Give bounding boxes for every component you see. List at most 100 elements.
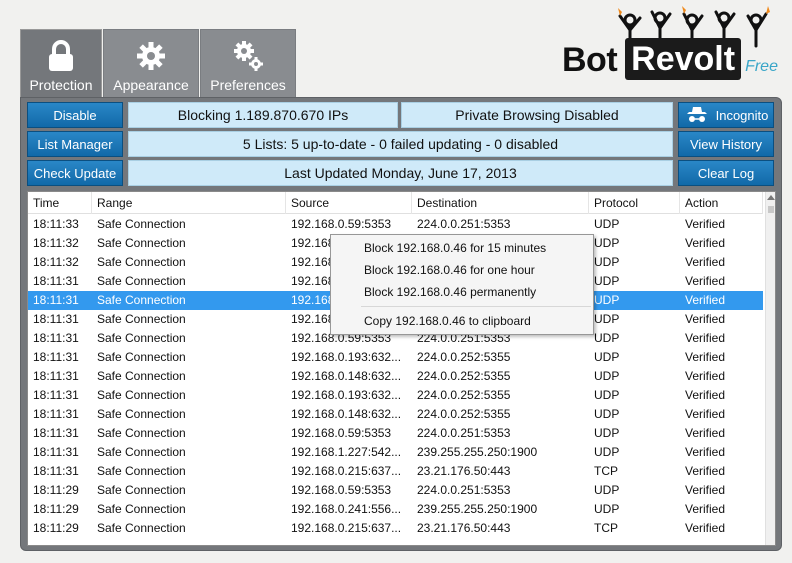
spy-icon [686, 107, 707, 122]
cell-time: 18:11:31 [33, 350, 79, 364]
clear-log-button[interactable]: Clear Log [678, 160, 774, 186]
disable-button[interactable]: Disable [27, 102, 123, 128]
cell-range: Safe Connection [97, 293, 186, 307]
menu-item-block-permanently[interactable]: Block 192.168.0.46 permanently [331, 281, 593, 303]
table-row[interactable]: 18:11:31 Safe Connection 192.168.1.227:542… [28, 443, 763, 462]
column-header-destination[interactable]: Destination [412, 192, 589, 214]
tab-preferences[interactable]: Preferences [200, 29, 296, 97]
logo-free: Free [745, 58, 778, 75]
column-header-time[interactable]: Time [28, 192, 92, 214]
column-header-protocol[interactable]: Protocol [589, 192, 680, 214]
logo-bot: Bot [562, 41, 618, 79]
cell-destination: 224.0.0.251:5353 [417, 217, 511, 231]
last-updated-status: Last Updated Monday, June 17, 2013 [128, 160, 673, 186]
cell-range: Safe Connection [97, 312, 186, 326]
cell-protocol: UDP [594, 445, 620, 459]
gears-icon [231, 39, 265, 73]
cell-range: Safe Connection [97, 483, 186, 497]
cell-time: 18:11:29 [33, 521, 79, 535]
menu-item-copy-to-clipboard[interactable]: Copy 192.168.0.46 to clipboard [331, 310, 593, 332]
table-row[interactable]: 18:11:31 Safe Connection 192.168.0.215:637… [28, 462, 763, 481]
menu-item-block-one-hour[interactable]: Block 192.168.0.46 for one hour [331, 259, 593, 281]
cell-action: Verified [685, 502, 726, 516]
tab-protection[interactable]: Protection [20, 29, 102, 97]
cell-range: Safe Connection [97, 521, 186, 535]
table-row[interactable]: 18:11:31 Safe Connection 192.168.0.59:5353… [28, 424, 763, 443]
cell-protocol: UDP [594, 407, 620, 421]
cell-range: Safe Connection [97, 407, 186, 421]
cell-destination: 239.255.255.250:1900 [417, 502, 538, 516]
cell-time: 18:11:29 [33, 483, 79, 497]
cell-range: Safe Connection [97, 217, 186, 231]
column-header-source[interactable]: Source [286, 192, 412, 214]
botrevolt-logo: Bot Revolt Free [560, 2, 788, 94]
cell-action: Verified [685, 483, 726, 497]
cell-action: Verified [685, 312, 726, 326]
gear-icon [134, 39, 168, 73]
cell-source: 192.168.0.59:5353 [291, 217, 392, 231]
cell-time: 18:11:31 [33, 293, 79, 307]
logo-revolt: Revolt [625, 38, 742, 80]
cell-action: Verified [685, 293, 726, 307]
cell-time: 18:11:31 [33, 331, 79, 345]
cell-time: 18:11:31 [33, 369, 79, 383]
scroll-thumb[interactable] [768, 206, 774, 213]
context-menu: Block 192.168.0.46 for 15 minutes Block … [330, 234, 594, 335]
table-row[interactable]: 18:11:31 Safe Connection 192.168.0.193:632… [28, 348, 763, 367]
lock-icon [44, 39, 78, 73]
cell-time: 18:11:31 [33, 388, 79, 402]
check-update-button[interactable]: Check Update [27, 160, 123, 186]
table-row[interactable]: 18:11:29 Safe Connection 192.168.0.215:637… [28, 519, 763, 538]
view-history-button[interactable]: View History [678, 131, 774, 157]
table-row[interactable]: 18:11:29 Safe Connection 192.168.0.59:5353… [28, 481, 763, 500]
cell-destination: 224.0.0.251:5353 [417, 483, 511, 497]
cell-source: 192.168.0.193:632... [291, 388, 402, 402]
cell-time: 18:11:31 [33, 445, 79, 459]
incognito-button[interactable]: Incognito [678, 102, 774, 128]
cell-time: 18:11:32 [33, 255, 79, 269]
vertical-scrollbar[interactable] [765, 192, 775, 545]
cell-action: Verified [685, 407, 726, 421]
cell-protocol: UDP [594, 274, 620, 288]
cell-protocol: UDP [594, 426, 620, 440]
cell-destination: 239.255.255.250:1900 [417, 445, 538, 459]
cell-range: Safe Connection [97, 331, 186, 345]
cell-protocol: UDP [594, 312, 620, 326]
cell-time: 18:11:31 [33, 426, 79, 440]
cell-destination: 224.0.0.252:5355 [417, 388, 511, 402]
cell-range: Safe Connection [97, 502, 186, 516]
cell-source: 192.168.1.227:542... [291, 445, 402, 459]
table-row[interactable]: 18:11:33 Safe Connection 192.168.0.59:5353… [28, 215, 763, 234]
cell-protocol: UDP [594, 255, 620, 269]
list-manager-button[interactable]: List Manager [27, 131, 123, 157]
table-row[interactable]: 18:11:31 Safe Connection 192.168.0.193:632… [28, 386, 763, 405]
private-browsing-status: Private Browsing Disabled [401, 102, 673, 128]
cell-range: Safe Connection [97, 388, 186, 402]
tab-label: Protection [29, 77, 93, 93]
cell-protocol: UDP [594, 217, 620, 231]
cell-time: 18:11:31 [33, 312, 79, 326]
blocking-status: Blocking 1.189.870.670 IPs [128, 102, 398, 128]
table-header: Time Range Source Destination Protocol A… [28, 192, 763, 214]
cell-protocol: UDP [594, 350, 620, 364]
cell-action: Verified [685, 445, 726, 459]
scroll-up-arrow-icon[interactable] [767, 195, 775, 200]
column-header-action[interactable]: Action [680, 192, 763, 214]
cell-action: Verified [685, 369, 726, 383]
table-row[interactable]: 18:11:29 Safe Connection 192.168.0.241:556… [28, 500, 763, 519]
column-header-range[interactable]: Range [92, 192, 286, 214]
table-row[interactable]: 18:11:31 Safe Connection 192.168.0.148:632… [28, 405, 763, 424]
cell-destination: 23.21.176.50:443 [417, 521, 511, 535]
tab-label: Appearance [113, 77, 189, 93]
menu-item-block-15-minutes[interactable]: Block 192.168.0.46 for 15 minutes [331, 237, 593, 259]
cell-protocol: UDP [594, 483, 620, 497]
cell-time: 18:11:31 [33, 274, 79, 288]
cell-action: Verified [685, 426, 726, 440]
tab-appearance[interactable]: Appearance [103, 29, 199, 97]
table-row[interactable]: 18:11:31 Safe Connection 192.168.0.148:632… [28, 367, 763, 386]
cell-source: 192.168.0.59:5353 [291, 426, 392, 440]
cell-source: 192.168.0.148:632... [291, 407, 402, 421]
cell-destination: 224.0.0.252:5355 [417, 407, 511, 421]
cell-range: Safe Connection [97, 426, 186, 440]
cell-range: Safe Connection [97, 236, 186, 250]
